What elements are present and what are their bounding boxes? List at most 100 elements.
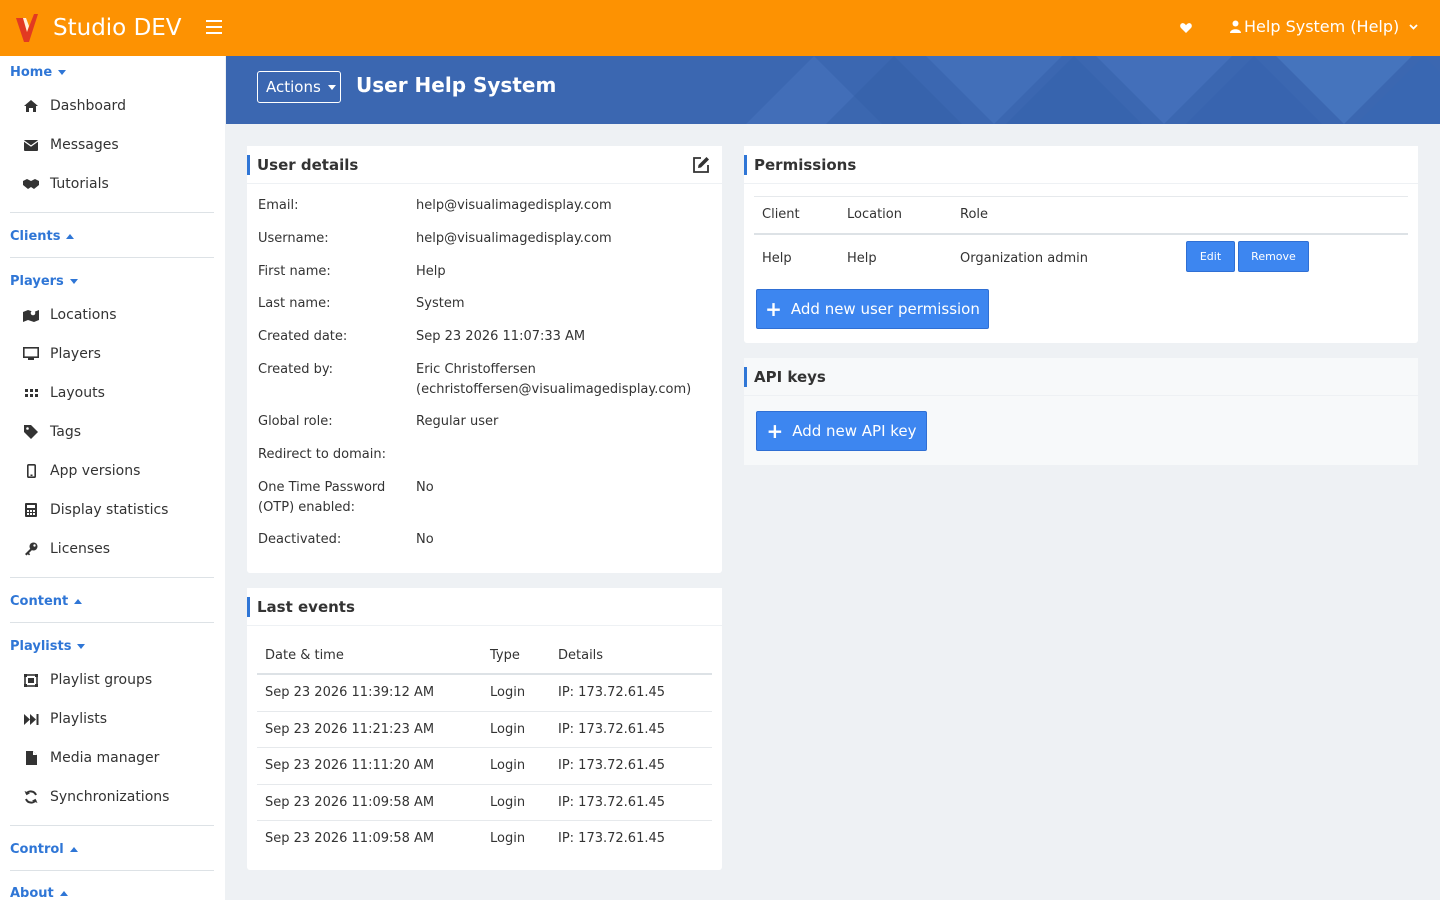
detail-label: Deactivated:	[258, 532, 342, 547]
card-title: API keys	[754, 367, 826, 386]
sidebar-item-label: Messages	[50, 137, 119, 153]
caret-down-icon	[58, 70, 67, 75]
cell-role: Organization admin	[960, 250, 1088, 266]
sidebar-section-control[interactable]: Control	[10, 842, 78, 857]
card-header: Permissions	[744, 146, 1418, 184]
edit-icon[interactable]	[692, 156, 710, 174]
card-accent-bar	[247, 154, 250, 175]
sidebar-item-locations[interactable]: Locations	[22, 301, 212, 329]
detail-label: Username:	[258, 231, 329, 246]
column-header: Details	[558, 647, 604, 663]
card-header: User details	[247, 146, 722, 184]
tag-icon	[22, 424, 40, 440]
add-api-key-button[interactable]: + Add new API key	[756, 411, 927, 451]
sidebar-item-label: Display statistics	[50, 502, 169, 518]
sidebar-item-messages[interactable]: Messages	[22, 131, 212, 159]
sidebar-section-players[interactable]: Players	[10, 274, 78, 289]
page-title: User Help System	[356, 73, 557, 97]
sidebar-item-label: Layouts	[50, 385, 105, 401]
sidebar-item-label: Licenses	[50, 541, 111, 557]
column-header: Date & time	[265, 647, 344, 663]
sidebar-section-label: About	[10, 886, 54, 900]
chevron-down-icon	[1409, 24, 1418, 30]
menu-toggle-icon[interactable]	[206, 20, 222, 34]
brand[interactable]: Studio DEV	[14, 12, 182, 44]
caret-up-icon	[66, 234, 75, 239]
detail-label: Last name:	[258, 296, 331, 311]
column-header: Role	[960, 207, 989, 223]
detail-label: Global role:	[258, 414, 333, 429]
sidebar-section-label: Clients	[10, 229, 61, 244]
heart-icon[interactable]	[1180, 22, 1192, 34]
sidebar-item-dashboard[interactable]: Dashboard	[22, 92, 212, 120]
sidebar-item-label: Locations	[50, 307, 117, 323]
cell-datetime: Sep 23 2026 11:39:12 AM	[265, 685, 435, 701]
grid-icon	[22, 385, 40, 401]
sidebar-item-players[interactable]: Players	[22, 340, 212, 368]
sidebar-item-tags[interactable]: Tags	[22, 418, 212, 446]
detail-label: Created by:	[258, 362, 333, 377]
user-icon	[1230, 20, 1241, 33]
table-row: Sep 23 2026 11:21:23 AM Login IP: 173.72…	[257, 711, 712, 747]
sidebar-divider	[10, 622, 214, 623]
sidebar-item-display-statistics[interactable]: Display statistics	[22, 496, 212, 524]
cell-details: IP: 173.72.61.45	[558, 831, 666, 847]
user-menu-dropdown[interactable]: Help System (Help)	[1230, 17, 1418, 36]
studio-logo-icon	[16, 14, 38, 42]
sidebar-section-home[interactable]: Home	[10, 65, 67, 80]
caret-down-icon	[77, 644, 86, 649]
caret-up-icon	[74, 599, 83, 604]
card-title: Permissions	[754, 155, 857, 174]
card-header: Last events	[247, 588, 722, 626]
plus-icon: +	[766, 419, 784, 443]
cell-location: Help	[847, 250, 877, 266]
add-user-permission-button[interactable]: + Add new user permission	[756, 289, 989, 329]
sidebar-item-layouts[interactable]: Layouts	[22, 379, 212, 407]
card-accent-bar	[744, 154, 747, 175]
sidebar-section-about[interactable]: About	[10, 886, 68, 900]
detail-value: No	[416, 532, 434, 547]
sidebar-section-content[interactable]: Content	[10, 594, 83, 609]
sidebar-section-playlists[interactable]: Playlists	[10, 639, 86, 654]
sidebar-section-clients[interactable]: Clients	[10, 229, 75, 244]
sidebar-item-tutorials[interactable]: Tutorials	[22, 170, 212, 198]
sidebar-divider	[10, 870, 214, 871]
mobile-icon	[22, 463, 40, 479]
sidebar-item-label: Tutorials	[50, 176, 109, 192]
table-header-row: Client Location Role	[754, 196, 1408, 234]
column-header: Location	[847, 207, 902, 223]
sidebar-item-app-versions[interactable]: App versions	[22, 457, 212, 485]
cell-datetime: Sep 23 2026 11:11:20 AM	[265, 758, 435, 773]
detail-label: Email:	[258, 198, 299, 213]
sidebar-item-playlist-groups[interactable]: Playlist groups	[22, 666, 212, 694]
sidebar-section-label: Home	[10, 65, 53, 80]
edit-permission-button[interactable]: Edit	[1186, 241, 1235, 272]
events-table: Date & time Type Details Sep 23 2026 11:…	[257, 637, 712, 857]
detail-label: (OTP) enabled:	[258, 500, 355, 515]
sidebar-item-licenses[interactable]: Licenses	[22, 535, 212, 563]
detail-label: One Time Password	[258, 480, 386, 495]
sidebar-section-label: Playlists	[10, 639, 72, 654]
column-header-actions	[1186, 197, 1408, 234]
sidebar-item-media-manager[interactable]: Media manager	[22, 744, 212, 772]
last-events-card: Last events Date & time Type Details Sep…	[247, 588, 722, 870]
table-row: Help Help Organization admin	[754, 234, 1408, 282]
home-icon	[22, 98, 40, 114]
card-title: Last events	[257, 597, 355, 616]
cell-type: Login	[490, 794, 526, 810]
card-title: User details	[257, 155, 359, 174]
column-header: Client	[762, 207, 800, 223]
detail-value: help@visualimagedisplay.com	[416, 231, 612, 246]
sidebar-item-playlists[interactable]: Playlists	[22, 705, 212, 733]
cell-datetime: Sep 23 2026 11:09:58 AM	[265, 794, 435, 810]
cell-type: Login	[490, 831, 526, 847]
sidebar-item-synchronizations[interactable]: Synchronizations	[22, 783, 212, 811]
cell-details: IP: 173.72.61.45	[558, 758, 666, 773]
caret-up-icon	[59, 891, 68, 896]
plus-icon: +	[765, 297, 782, 321]
caret-up-icon	[69, 847, 78, 852]
remove-permission-button[interactable]: Remove	[1238, 241, 1309, 272]
actions-dropdown-button[interactable]: Actions	[257, 71, 341, 103]
detail-label: First name:	[258, 264, 331, 279]
cell-client: Help	[762, 250, 792, 266]
